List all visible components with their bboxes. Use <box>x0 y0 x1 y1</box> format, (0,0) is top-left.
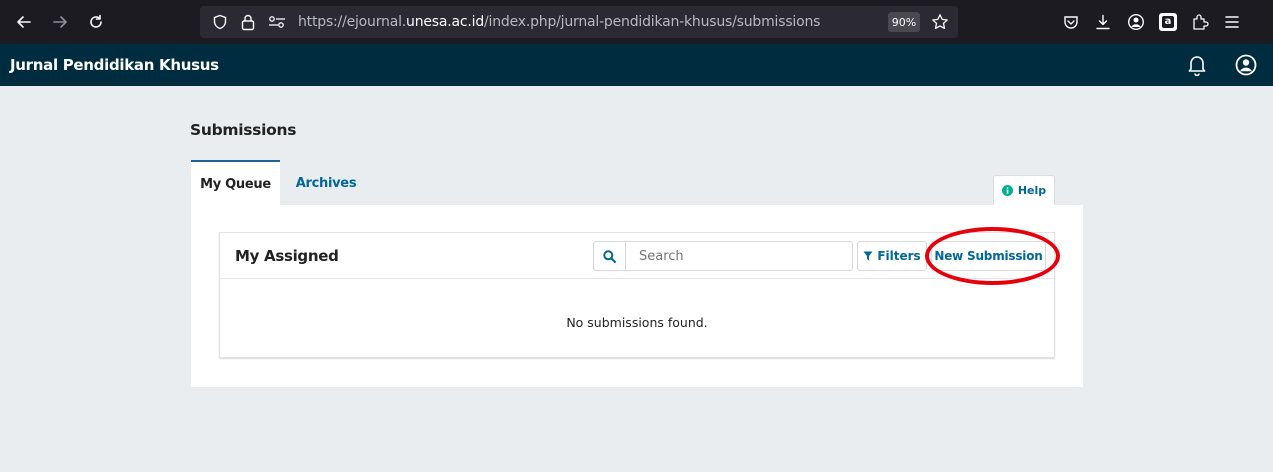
tab-my-queue[interactable]: My Queue <box>191 160 280 206</box>
app-header: Jurnal Pendidikan Khusus <box>0 44 1273 86</box>
user-profile-icon[interactable] <box>1233 52 1259 78</box>
journal-title[interactable]: Jurnal Pendidikan Khusus <box>10 56 219 74</box>
empty-state-message: No submissions found. <box>566 315 708 330</box>
zoom-level-badge[interactable]: 90% <box>888 12 920 32</box>
lock-icon[interactable] <box>240 13 256 36</box>
forward-button[interactable] <box>46 8 74 36</box>
back-button[interactable] <box>10 8 38 36</box>
shield-icon[interactable] <box>212 14 228 35</box>
page-title: Submissions <box>190 121 297 139</box>
pocket-icon[interactable] <box>1059 10 1083 34</box>
menu-icon[interactable] <box>1220 10 1244 34</box>
url-path: /index.php/jurnal-pendidikan-khusus/subm… <box>484 14 821 30</box>
bookmark-star-icon[interactable] <box>928 10 952 34</box>
list-header: My Assigned Filters New Submission <box>220 233 1054 279</box>
search-button[interactable] <box>593 241 625 271</box>
extensions-icon[interactable] <box>1188 10 1212 34</box>
filters-button[interactable]: Filters <box>857 241 927 271</box>
reload-icon <box>90 14 102 28</box>
new-submission-button[interactable]: New Submission <box>931 241 1046 271</box>
browser-toolbar: https://ejournal.unesa.ac.id/index.php/j… <box>0 0 1273 44</box>
reload-button[interactable] <box>82 8 110 36</box>
permissions-icon[interactable] <box>268 15 286 34</box>
url-domain: unesa.ac.id <box>406 14 485 30</box>
list-title: My Assigned <box>235 247 339 265</box>
address-bar[interactable]: https://ejournal.unesa.ac.id/index.php/j… <box>200 6 958 38</box>
download-icon[interactable] <box>1091 10 1115 34</box>
url-prefix: https://ejournal. <box>298 14 407 30</box>
filter-icon <box>863 251 873 261</box>
help-label: Help <box>1017 184 1047 197</box>
arrow-left-icon <box>17 16 31 28</box>
search-icon <box>603 249 616 263</box>
account-icon[interactable] <box>1124 10 1148 34</box>
my-assigned-list: My Assigned Filters New Submission No su… <box>219 232 1055 358</box>
help-button[interactable]: Help <box>993 175 1055 205</box>
info-icon <box>1001 185 1013 196</box>
notifications-bell-icon[interactable] <box>1184 52 1210 78</box>
url-text: https://ejournal.unesa.ac.id/index.php/j… <box>298 14 820 30</box>
tab-archives[interactable]: Archives <box>283 160 369 206</box>
search-input[interactable] <box>625 241 853 271</box>
amazon-extension-icon[interactable]: a <box>1156 10 1180 34</box>
filters-label: Filters <box>877 249 921 263</box>
arrow-right-icon <box>53 16 67 28</box>
